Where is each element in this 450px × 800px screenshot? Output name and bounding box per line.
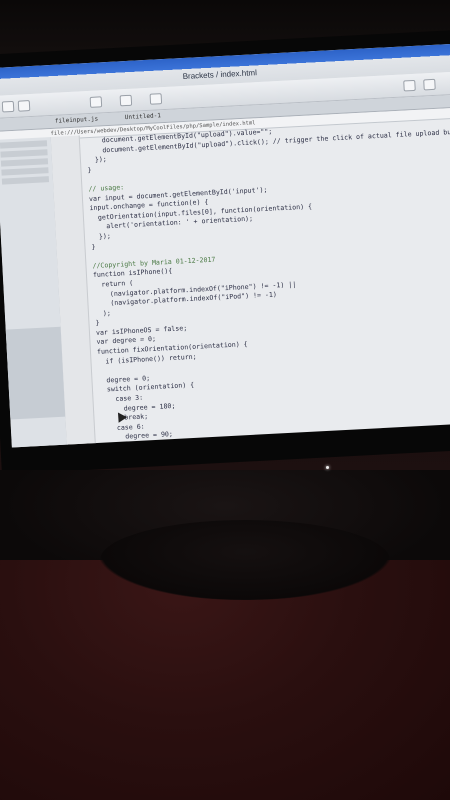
- monitor-stand: [100, 520, 390, 600]
- sidebar-item[interactable]: [0, 149, 48, 158]
- toolbar-icon[interactable]: [403, 79, 416, 92]
- sidebar-item[interactable]: [0, 158, 49, 167]
- window-title: Brackets / index.html: [182, 68, 258, 82]
- code-editor[interactable]: document.getElementById("upload").value=…: [86, 117, 450, 448]
- back-icon[interactable]: [1, 100, 15, 113]
- toolbar-icon[interactable]: [119, 94, 133, 107]
- forward-icon[interactable]: [17, 100, 31, 112]
- toolbar-icon[interactable]: [423, 78, 436, 91]
- photo-scene: Brackets / index.html fileinput.js Untit…: [0, 0, 450, 800]
- toolbar-icon[interactable]: [149, 93, 163, 105]
- power-led-icon: [326, 466, 329, 469]
- sidebar-item[interactable]: [0, 140, 48, 149]
- sidebar-item[interactable]: [1, 176, 50, 185]
- sidebar-panel-block: [5, 326, 66, 420]
- tab-file[interactable]: fileinput.js: [55, 116, 99, 125]
- sidebar-item[interactable]: [1, 167, 49, 176]
- tab-untitled[interactable]: Untitled-1: [125, 112, 161, 121]
- monitor-screen: Brackets / index.html fileinput.js Untit…: [0, 42, 450, 448]
- toolbar-icon[interactable]: [89, 96, 103, 108]
